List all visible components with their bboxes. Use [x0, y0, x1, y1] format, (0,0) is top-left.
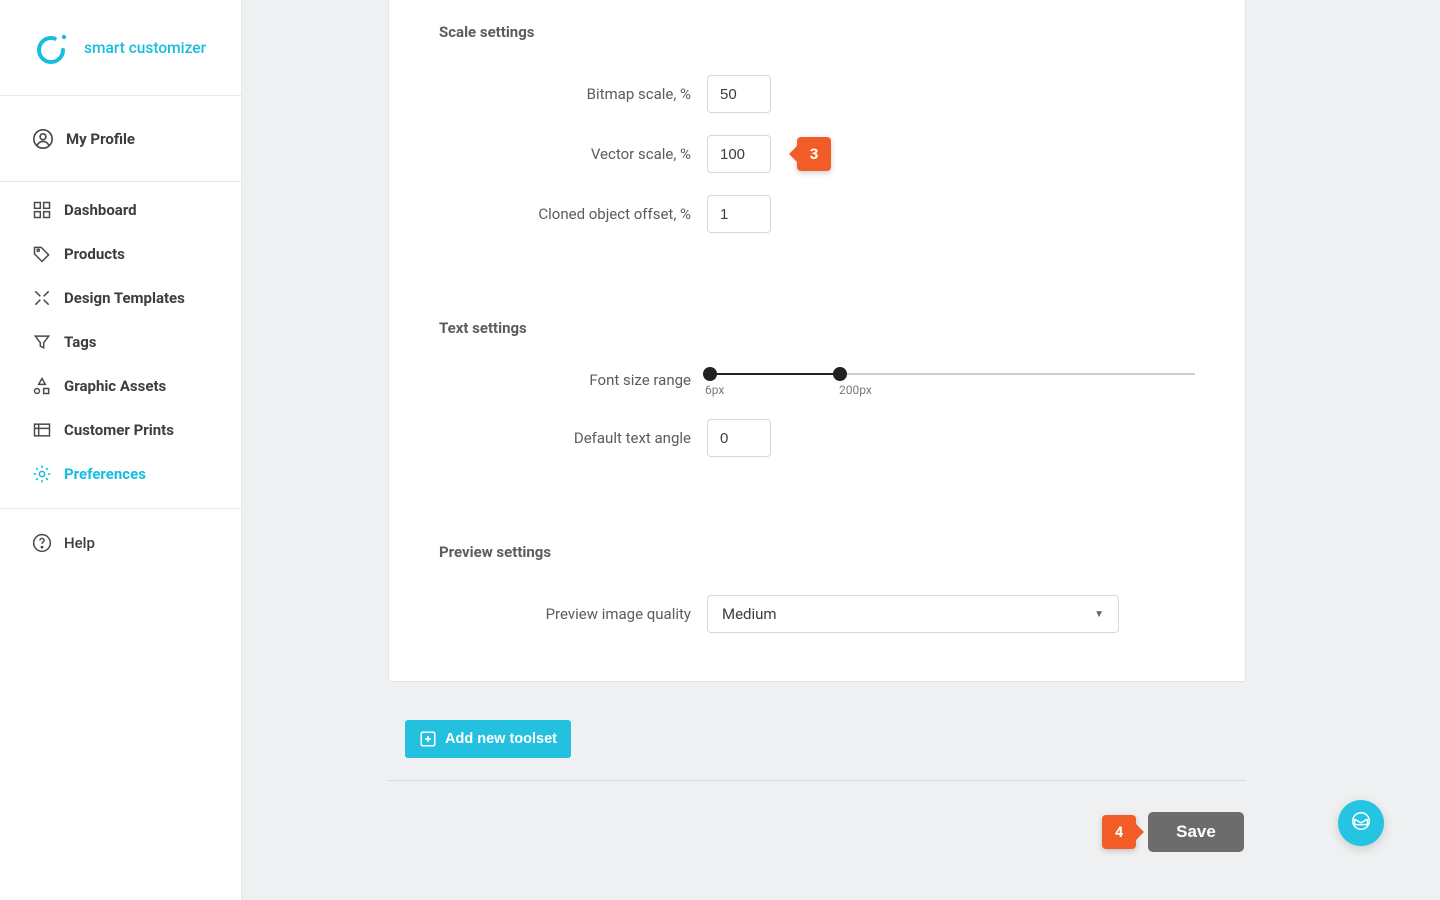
row-vector-scale: Vector scale, % 3: [439, 135, 1195, 173]
range-track: [707, 373, 1195, 375]
nav-divider: [0, 508, 241, 509]
sidebar-item-label: Design Templates: [64, 289, 185, 307]
sidebar-item-label: Tags: [64, 333, 97, 351]
callout-step-3: 3: [797, 137, 831, 171]
sidebar-item-design-templates[interactable]: Design Templates: [0, 276, 241, 320]
prints-icon: [32, 420, 52, 440]
input-cloned-offset[interactable]: [707, 195, 771, 233]
label-font-range: Font size range: [439, 371, 707, 389]
save-button[interactable]: Save: [1148, 812, 1244, 852]
sidebar-item-label: Help: [64, 534, 95, 552]
mail-icon: [1350, 810, 1372, 836]
sidebar-item-products[interactable]: Products: [0, 232, 241, 276]
sidebar-item-label: Graphic Assets: [64, 377, 166, 395]
brand: smart customizer: [0, 0, 241, 96]
sidebar-item-label: Customer Prints: [64, 421, 174, 439]
range-labels: 6px 200px: [707, 383, 1195, 397]
chevron-down-icon: ▼: [1094, 609, 1104, 620]
row-bitmap-scale: Bitmap scale, %: [439, 75, 1195, 113]
range-handle-min[interactable]: [703, 367, 717, 381]
nav: Dashboard Products Design Templates Tags…: [0, 182, 241, 565]
sidebar-item-label: Dashboard: [64, 201, 137, 219]
label-cloned-offset: Cloned object offset, %: [439, 205, 707, 223]
select-value: Medium: [722, 605, 777, 623]
row-text-angle: Default text angle: [439, 419, 1195, 457]
sidebar-item-customer-prints[interactable]: Customer Prints: [0, 408, 241, 452]
main: Scale settings Bitmap scale, % Vector sc…: [242, 0, 1440, 900]
brand-logo-icon: [34, 30, 70, 66]
font-size-range-slider[interactable]: 6px 200px: [707, 371, 1195, 397]
tools-icon: [32, 288, 52, 308]
range-max-label: 200px: [839, 383, 872, 397]
tag-icon: [32, 244, 52, 264]
sidebar-item-tags[interactable]: Tags: [0, 320, 241, 364]
shapes-icon: [32, 376, 52, 396]
section-heading-preview: Preview settings: [439, 543, 1195, 561]
sidebar-item-dashboard[interactable]: Dashboard: [0, 188, 241, 232]
sidebar-item-help[interactable]: Help: [0, 521, 241, 565]
label-preview-quality: Preview image quality: [439, 605, 707, 623]
section-heading-text: Text settings: [439, 319, 1195, 337]
help-icon: [32, 533, 52, 553]
label-text-angle: Default text angle: [439, 429, 707, 447]
settings-card: Scale settings Bitmap scale, % Vector sc…: [388, 0, 1246, 682]
brand-name: smart customizer: [84, 39, 206, 57]
label-bitmap-scale: Bitmap scale, %: [439, 85, 707, 103]
input-bitmap-scale[interactable]: [707, 75, 771, 113]
range-fill: [709, 373, 839, 375]
select-preview-quality[interactable]: Medium ▼: [707, 595, 1119, 633]
dashboard-icon: [32, 200, 52, 220]
sidebar-item-preferences[interactable]: Preferences: [0, 452, 241, 496]
callout-step-4: 4: [1102, 815, 1136, 849]
plus-square-icon: [419, 730, 437, 748]
sidebar-item-label: Preferences: [64, 465, 146, 483]
button-label: Save: [1176, 822, 1216, 841]
row-cloned-offset: Cloned object offset, %: [439, 195, 1195, 233]
divider: [388, 780, 1246, 781]
button-label: Add new toolset: [445, 731, 557, 747]
row-font-range: Font size range 6px 200px: [439, 371, 1195, 397]
input-text-angle[interactable]: [707, 419, 771, 457]
sidebar-item-graphic-assets[interactable]: Graphic Assets: [0, 364, 241, 408]
input-vector-scale[interactable]: [707, 135, 771, 173]
section-heading-scale: Scale settings: [439, 23, 1195, 41]
label-vector-scale: Vector scale, %: [439, 145, 707, 163]
chat-fab[interactable]: [1338, 800, 1384, 846]
range-handle-max[interactable]: [833, 367, 847, 381]
sidebar-item-label: Products: [64, 245, 125, 263]
sidebar-item-label: My Profile: [66, 130, 135, 148]
sidebar: smart customizer My Profile Dashboard Pr…: [0, 0, 242, 900]
row-preview-quality: Preview image quality Medium ▼: [439, 595, 1195, 633]
add-new-toolset-button[interactable]: Add new toolset: [405, 720, 571, 758]
gear-icon: [32, 464, 52, 484]
user-circle-icon: [32, 128, 54, 150]
filter-icon: [32, 332, 52, 352]
sidebar-item-profile[interactable]: My Profile: [0, 96, 241, 182]
range-min-label: 6px: [705, 383, 724, 397]
